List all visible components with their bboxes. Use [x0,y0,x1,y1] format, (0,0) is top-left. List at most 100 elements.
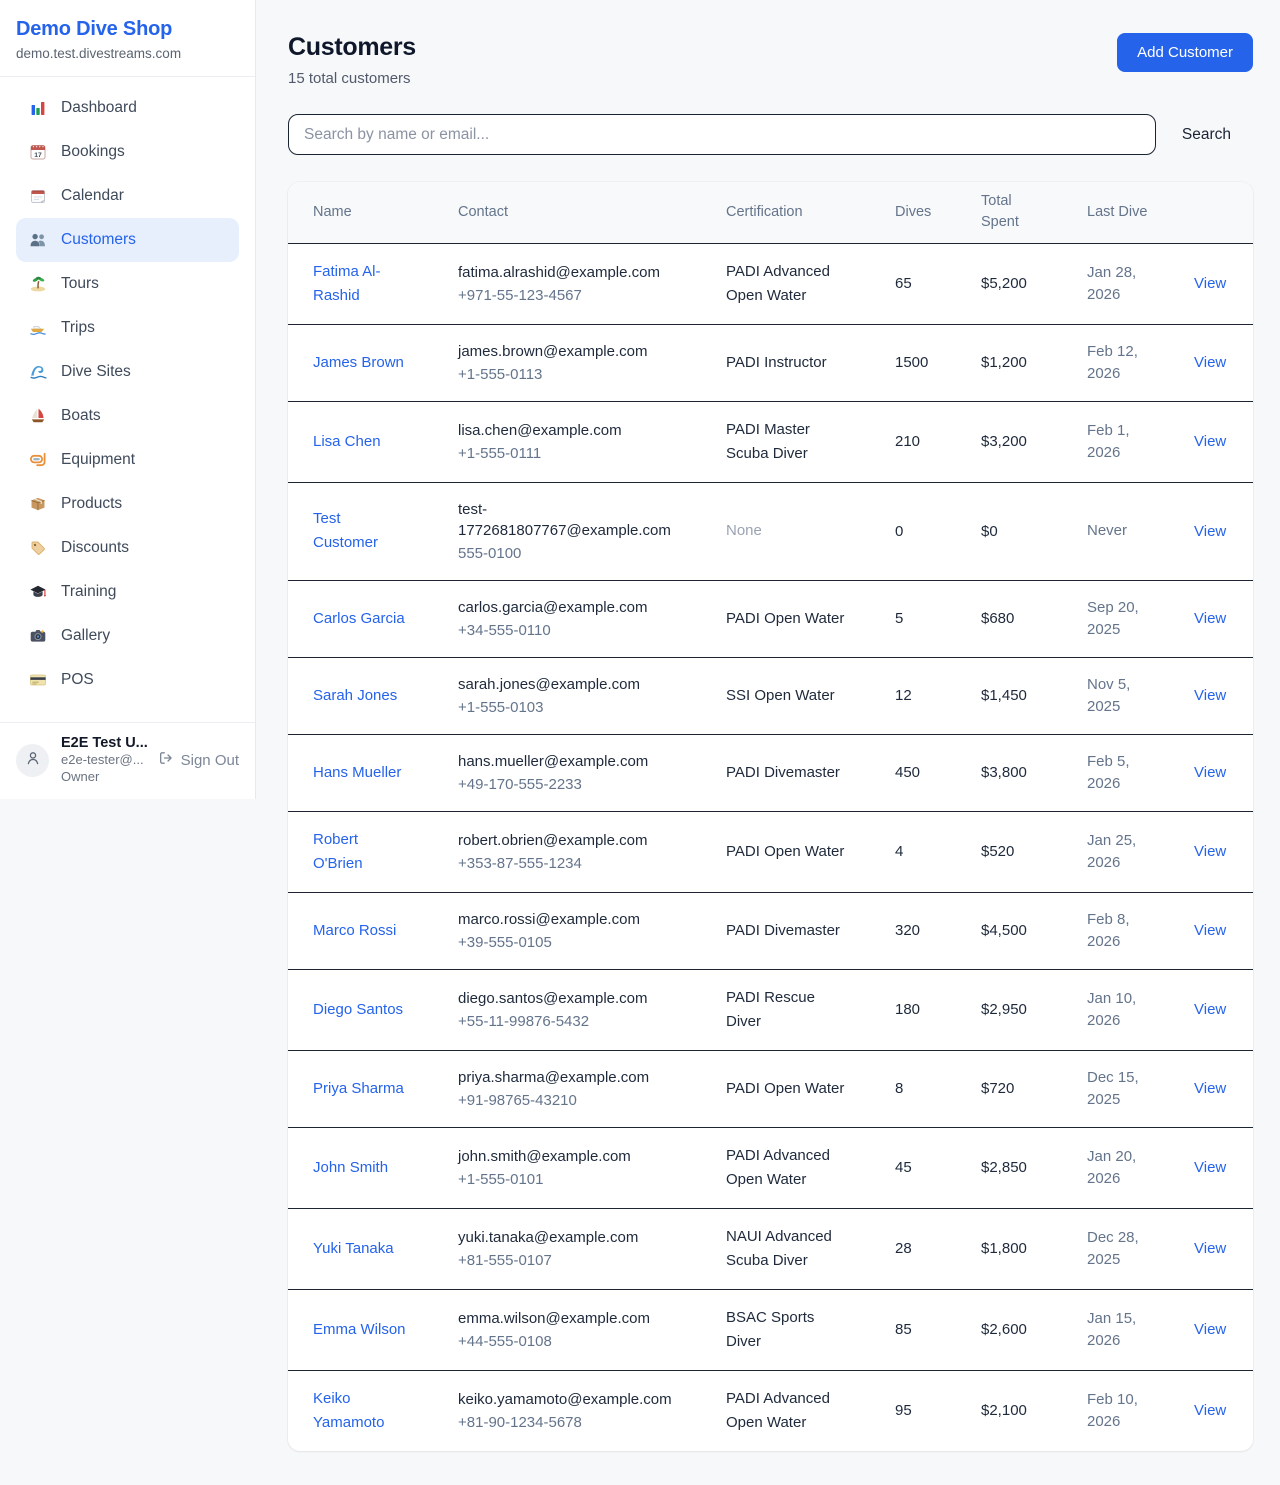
customer-phone: +91-98765-43210 [458,1090,686,1111]
table-row: Diego Santosdiego.santos@example.com+55-… [288,969,1253,1050]
customer-name-link[interactable]: Diego Santos [313,998,403,1022]
view-link[interactable]: View [1194,1080,1226,1097]
sidebar-item-label: Trips [61,319,95,337]
customer-certification: PADI Advanced Open Water [726,1144,849,1192]
table-row: Test Customertest-1772681807767@example.… [288,482,1253,580]
sidebar-item-label: Customers [61,231,136,249]
sidebar-item-equipment[interactable]: Equipment [16,438,239,482]
sidebar-item-dive-sites[interactable]: Dive Sites [16,350,239,394]
sidebar-item-trips[interactable]: Trips [16,306,239,350]
sign-out-label: Sign Out [181,752,239,769]
boats-icon [29,407,47,425]
customer-certification: BSAC Sports Diver [726,1306,849,1354]
sidebar-item-label: Dive Sites [61,363,131,381]
sidebar: Demo Dive Shop demo.test.divestreams.com… [0,0,256,799]
customer-name-link[interactable]: Yuki Tanaka [313,1237,394,1261]
view-link[interactable]: View [1194,922,1226,939]
customer-email: emma.wilson@example.com [458,1308,686,1329]
sidebar-item-customers[interactable]: Customers [16,218,239,262]
customer-name-link[interactable]: Emma Wilson [313,1318,406,1342]
table-row: Keiko Yamamotokeiko.yamamoto@example.com… [288,1370,1253,1451]
customer-last-dive: Jan 28, 2026 [1087,264,1136,303]
customer-dives: 8 [895,1050,981,1127]
sidebar-item-products[interactable]: Products [16,482,239,526]
customer-name-link[interactable]: Sarah Jones [313,684,397,708]
customer-name-link[interactable]: John Smith [313,1156,388,1180]
customer-phone: +39-555-0105 [458,932,686,953]
customer-phone: 555-0100 [458,543,686,564]
add-customer-button[interactable]: Add Customer [1117,33,1253,72]
customer-total-spent: $3,800 [981,734,1087,811]
sidebar-item-training[interactable]: Training [16,570,239,614]
calendar-icon [29,187,47,205]
customer-last-dive: Nov 5, 2025 [1087,676,1130,715]
customer-name-link[interactable]: Carlos Garcia [313,607,405,631]
sidebar-item-calendar[interactable]: Calendar [16,174,239,218]
shop-domain: demo.test.divestreams.com [16,46,239,61]
customer-name-link[interactable]: Hans Mueller [313,761,401,785]
view-link[interactable]: View [1194,433,1226,450]
column-header-total-spent: Total Spent [981,182,1087,243]
user-info: E2E Test U... e2e-tester@... Owner [61,735,146,785]
customer-dives: 450 [895,734,981,811]
search-input[interactable] [288,114,1156,155]
view-link[interactable]: View [1194,1240,1226,1257]
view-link[interactable]: View [1194,1402,1226,1419]
customer-dives: 65 [895,243,981,324]
customer-phone: +49-170-555-2233 [458,774,686,795]
sign-out-icon [158,750,174,770]
view-link[interactable]: View [1194,1001,1226,1018]
customer-last-dive: Feb 12, 2026 [1087,343,1138,382]
discounts-icon [29,539,47,557]
customer-certification: PADI Master Scuba Diver [726,418,849,466]
customer-certification: PADI Rescue Diver [726,986,849,1034]
view-link[interactable]: View [1194,1321,1226,1338]
sidebar-item-gallery[interactable]: Gallery [16,614,239,658]
customer-certification: PADI Advanced Open Water [726,260,849,308]
customer-name-link[interactable]: James Brown [313,351,404,375]
view-link[interactable]: View [1194,523,1226,540]
customer-certification: PADI Open Water [726,840,844,864]
user-email: e2e-tester@... [61,751,146,768]
view-link[interactable]: View [1194,687,1226,704]
customer-dives: 4 [895,811,981,892]
sidebar-item-dashboard[interactable]: Dashboard [16,86,239,130]
equipment-icon [29,451,47,469]
customer-name-link[interactable]: Test Customer [313,507,408,555]
page-title-block: Customers 15 total customers [288,33,416,87]
customer-last-dive: Sep 20, 2025 [1087,599,1139,638]
customer-last-dive: Feb 1, 2026 [1087,422,1130,461]
customer-total-spent: $720 [981,1050,1087,1127]
customer-name-link[interactable]: Fatima Al-Rashid [313,260,408,308]
customer-last-dive: Dec 28, 2025 [1087,1229,1139,1268]
customer-name-link[interactable]: Marco Rossi [313,919,396,943]
customer-name-link[interactable]: Priya Sharma [313,1077,404,1101]
view-link[interactable]: View [1194,843,1226,860]
view-link[interactable]: View [1194,764,1226,781]
sidebar-item-label: Products [61,495,122,513]
sign-out-button[interactable]: Sign Out [158,750,239,770]
sidebar-item-tours[interactable]: Tours [16,262,239,306]
customer-dives: 210 [895,401,981,482]
customer-name-link[interactable]: Lisa Chen [313,430,381,454]
sidebar-item-bookings[interactable]: 17Bookings [16,130,239,174]
sidebar-item-pos[interactable]: POS [16,658,239,702]
customer-email: lisa.chen@example.com [458,420,686,441]
view-link[interactable]: View [1194,275,1226,292]
user-block: E2E Test U... e2e-tester@... Owner Sign … [0,722,255,799]
customer-total-spent: $3,200 [981,401,1087,482]
sidebar-item-discounts[interactable]: Discounts [16,526,239,570]
search-button[interactable]: Search [1182,126,1231,144]
view-link[interactable]: View [1194,1159,1226,1176]
customer-name-link[interactable]: Keiko Yamamoto [313,1387,408,1435]
svg-text:17: 17 [34,152,42,159]
table-row: Sarah Jonessarah.jones@example.com+1-555… [288,657,1253,734]
customer-certification: SSI Open Water [726,684,835,708]
view-link[interactable]: View [1194,610,1226,627]
sidebar-nav: Dashboard17BookingsCalendar Customers Tour… [0,77,255,711]
view-link[interactable]: View [1194,354,1226,371]
customer-dives: 320 [895,892,981,969]
customer-name-link[interactable]: Robert O'Brien [313,828,408,876]
sidebar-item-boats[interactable]: Boats [16,394,239,438]
customer-certification: PADI Advanced Open Water [726,1387,849,1435]
